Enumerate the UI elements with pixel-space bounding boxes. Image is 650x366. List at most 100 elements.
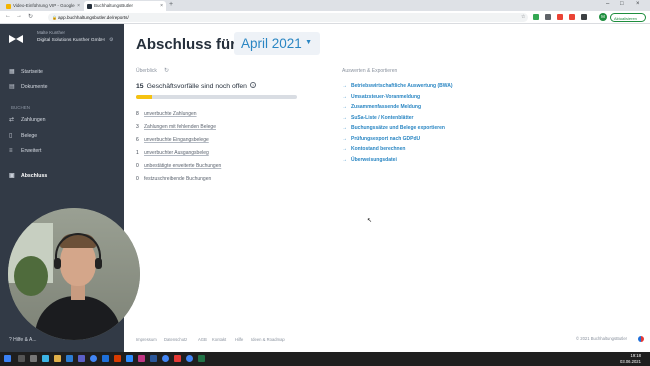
app-icon[interactable]	[42, 355, 49, 362]
sidebar-item-abschluss[interactable]: ▣ Abschluss	[9, 172, 47, 179]
open-text: Geschäftsvorfälle sind noch offen	[146, 83, 247, 90]
taskbar: 19:18 03.06.2021	[0, 352, 650, 366]
export-link[interactable]: → Buchungssätze und Belege exportieren	[342, 125, 445, 131]
task-count: 3	[136, 124, 139, 130]
chrome-icon[interactable]	[186, 355, 193, 362]
app-icon[interactable]	[174, 355, 181, 362]
footer-link-agb[interactable]: AGB	[198, 337, 207, 342]
extension-icon[interactable]	[569, 14, 575, 20]
zoom-icon[interactable]	[102, 355, 109, 362]
task-label[interactable]: unverbuchte Zahlungen	[144, 111, 197, 117]
footer-link-kontakt[interactable]: Kontakt	[212, 337, 226, 342]
open-count: 15	[136, 83, 144, 90]
task-item[interactable]: 3 Zahlungen mit fehlenden Belege	[136, 124, 216, 130]
search-icon[interactable]	[18, 355, 25, 362]
export-link[interactable]: → Prüfungsexport nach GDPdU	[342, 136, 420, 142]
arrow-right-icon: →	[342, 114, 347, 121]
maximize-icon[interactable]: □	[620, 1, 624, 7]
task-count: 0	[136, 176, 139, 182]
sidebar-section-label: BUCHEN	[11, 105, 31, 110]
task-item[interactable]: 6 unverbuchte Eingangsbelege	[136, 137, 209, 143]
task-item[interactable]: 0 unbestätigte erweiterte Buchungen	[136, 163, 221, 169]
close-icon[interactable]: ×	[160, 3, 163, 9]
arrow-right-icon: →	[342, 83, 347, 89]
windows-start-icon[interactable]	[4, 355, 11, 362]
page-title: Abschluss für	[136, 36, 237, 53]
butler-logo-icon[interactable]	[9, 34, 23, 44]
url-input[interactable]: 🔒 app.buchhaltungsbutler.de/reports/	[48, 13, 528, 22]
lock-icon: 🔒	[52, 15, 57, 20]
sidebar-item-label: Erweitert	[21, 148, 42, 154]
export-link[interactable]: → Umsatzsteuer-Voranmeldung	[342, 94, 420, 100]
minimize-icon[interactable]: –	[606, 1, 609, 7]
forward-icon[interactable]: →	[16, 13, 22, 19]
footer-link-hilfe[interactable]: Hilfe	[235, 337, 243, 342]
task-label[interactable]: unverbuchter Ausgangsbeleg	[144, 150, 209, 156]
teams-icon[interactable]	[78, 355, 85, 362]
excel-icon[interactable]	[198, 355, 205, 362]
user-name: Malte Kunther	[37, 30, 66, 35]
update-label: Aktualisieren	[614, 15, 637, 21]
browser-tab[interactable]: Video-Einführung VIP - Google ×	[3, 1, 83, 11]
taskbar-clock[interactable]: 19:18 03.06.2021	[620, 353, 641, 364]
arrow-right-icon: →	[342, 104, 347, 110]
browser-tab-label: BuchhaltungsButler	[94, 3, 134, 8]
update-button[interactable]: Aktualisieren	[610, 13, 646, 22]
file-explorer-icon[interactable]	[54, 355, 61, 362]
mail-icon[interactable]	[66, 355, 73, 362]
profile-avatar[interactable]: M	[599, 13, 607, 21]
open-transactions-summary: 15 Geschäftsvorfälle sind noch offen?	[136, 82, 256, 90]
task-item[interactable]: 1 unverbuchter Ausgangsbeleg	[136, 150, 209, 156]
task-count: 1	[136, 150, 139, 156]
clock-date: 03.06.2021	[620, 358, 641, 364]
month-select[interactable]: April 2021 ▼	[234, 32, 320, 55]
footer-link-datenschutz[interactable]: Datenschutz	[164, 337, 187, 342]
export-link[interactable]: → Betriebswirtschaftliche Auswertung (BWA…	[342, 83, 453, 89]
sidebar-item-zahlungen[interactable]: ⇄ Zahlungen	[9, 116, 46, 123]
settings-icon[interactable]: ⚙	[109, 37, 113, 43]
new-tab-icon[interactable]: +	[169, 1, 173, 8]
app-icon[interactable]	[138, 355, 145, 362]
back-icon[interactable]: ←	[5, 13, 11, 19]
export-link[interactable]: → SuSa-Liste / Kontenblätter	[342, 115, 414, 121]
document-icon: ▤	[9, 84, 15, 90]
task-label[interactable]: unbestätigte erweiterte Buchungen	[144, 163, 221, 169]
word-icon[interactable]	[150, 355, 157, 362]
browser-tab-active[interactable]: BuchhaltungsButler ×	[84, 1, 166, 11]
zoom-icon[interactable]	[126, 355, 133, 362]
export-link[interactable]: → Kontostand berechnen	[342, 146, 405, 152]
footer-link-roadmap[interactable]: Ideen & Roadmap	[251, 337, 285, 342]
extension-icon[interactable]	[581, 14, 587, 20]
info-icon[interactable]: ?	[249, 82, 256, 88]
close-icon[interactable]: ×	[77, 3, 80, 9]
sidebar-item-erweitert[interactable]: ≡ Erweitert	[9, 148, 41, 154]
sidebar-item-dokumente[interactable]: ▤ Dokumente	[9, 83, 48, 90]
export-link[interactable]: → Überweisungsdatei	[342, 157, 397, 163]
star-icon[interactable]: ☆	[521, 14, 525, 20]
extension-icon[interactable]	[533, 14, 539, 20]
export-label: Zusammenfassende Meldung	[351, 104, 422, 110]
layers-icon: ≡	[9, 148, 13, 154]
transfer-icon: ⇄	[9, 117, 15, 123]
chrome-icon[interactable]	[90, 355, 97, 362]
task-label[interactable]: unverbuchte Eingangsbelege	[144, 137, 209, 143]
task-count: 8	[136, 111, 139, 117]
company-name[interactable]: Digital Solutions Kunther GmbH	[37, 38, 105, 43]
window-close-icon[interactable]: ×	[636, 1, 640, 7]
powerpoint-icon[interactable]	[114, 355, 121, 362]
arrow-right-icon: →	[342, 125, 347, 131]
dashboard-icon: ▦	[9, 69, 15, 75]
task-item[interactable]: 8 unverbuchte Zahlungen	[136, 111, 197, 117]
refresh-icon[interactable]: ↻	[164, 67, 169, 74]
extension-icon[interactable]	[557, 14, 563, 20]
task-view-icon[interactable]	[30, 355, 37, 362]
extension-icon[interactable]	[545, 14, 551, 20]
url-text: app.buchhaltungsbutler.de/reports/	[58, 15, 129, 20]
chrome-icon[interactable]	[162, 355, 169, 362]
task-label[interactable]: Zahlungen mit fehlenden Belege	[144, 124, 216, 130]
google-slides-icon	[6, 3, 11, 9]
sidebar-item-startseite[interactable]: ▦ Startseite	[9, 68, 43, 75]
reload-icon[interactable]: ↻	[28, 13, 33, 20]
sidebar-item-belege[interactable]: ▯ Belege	[9, 132, 37, 139]
export-link[interactable]: → Zusammenfassende Meldung	[342, 104, 421, 110]
